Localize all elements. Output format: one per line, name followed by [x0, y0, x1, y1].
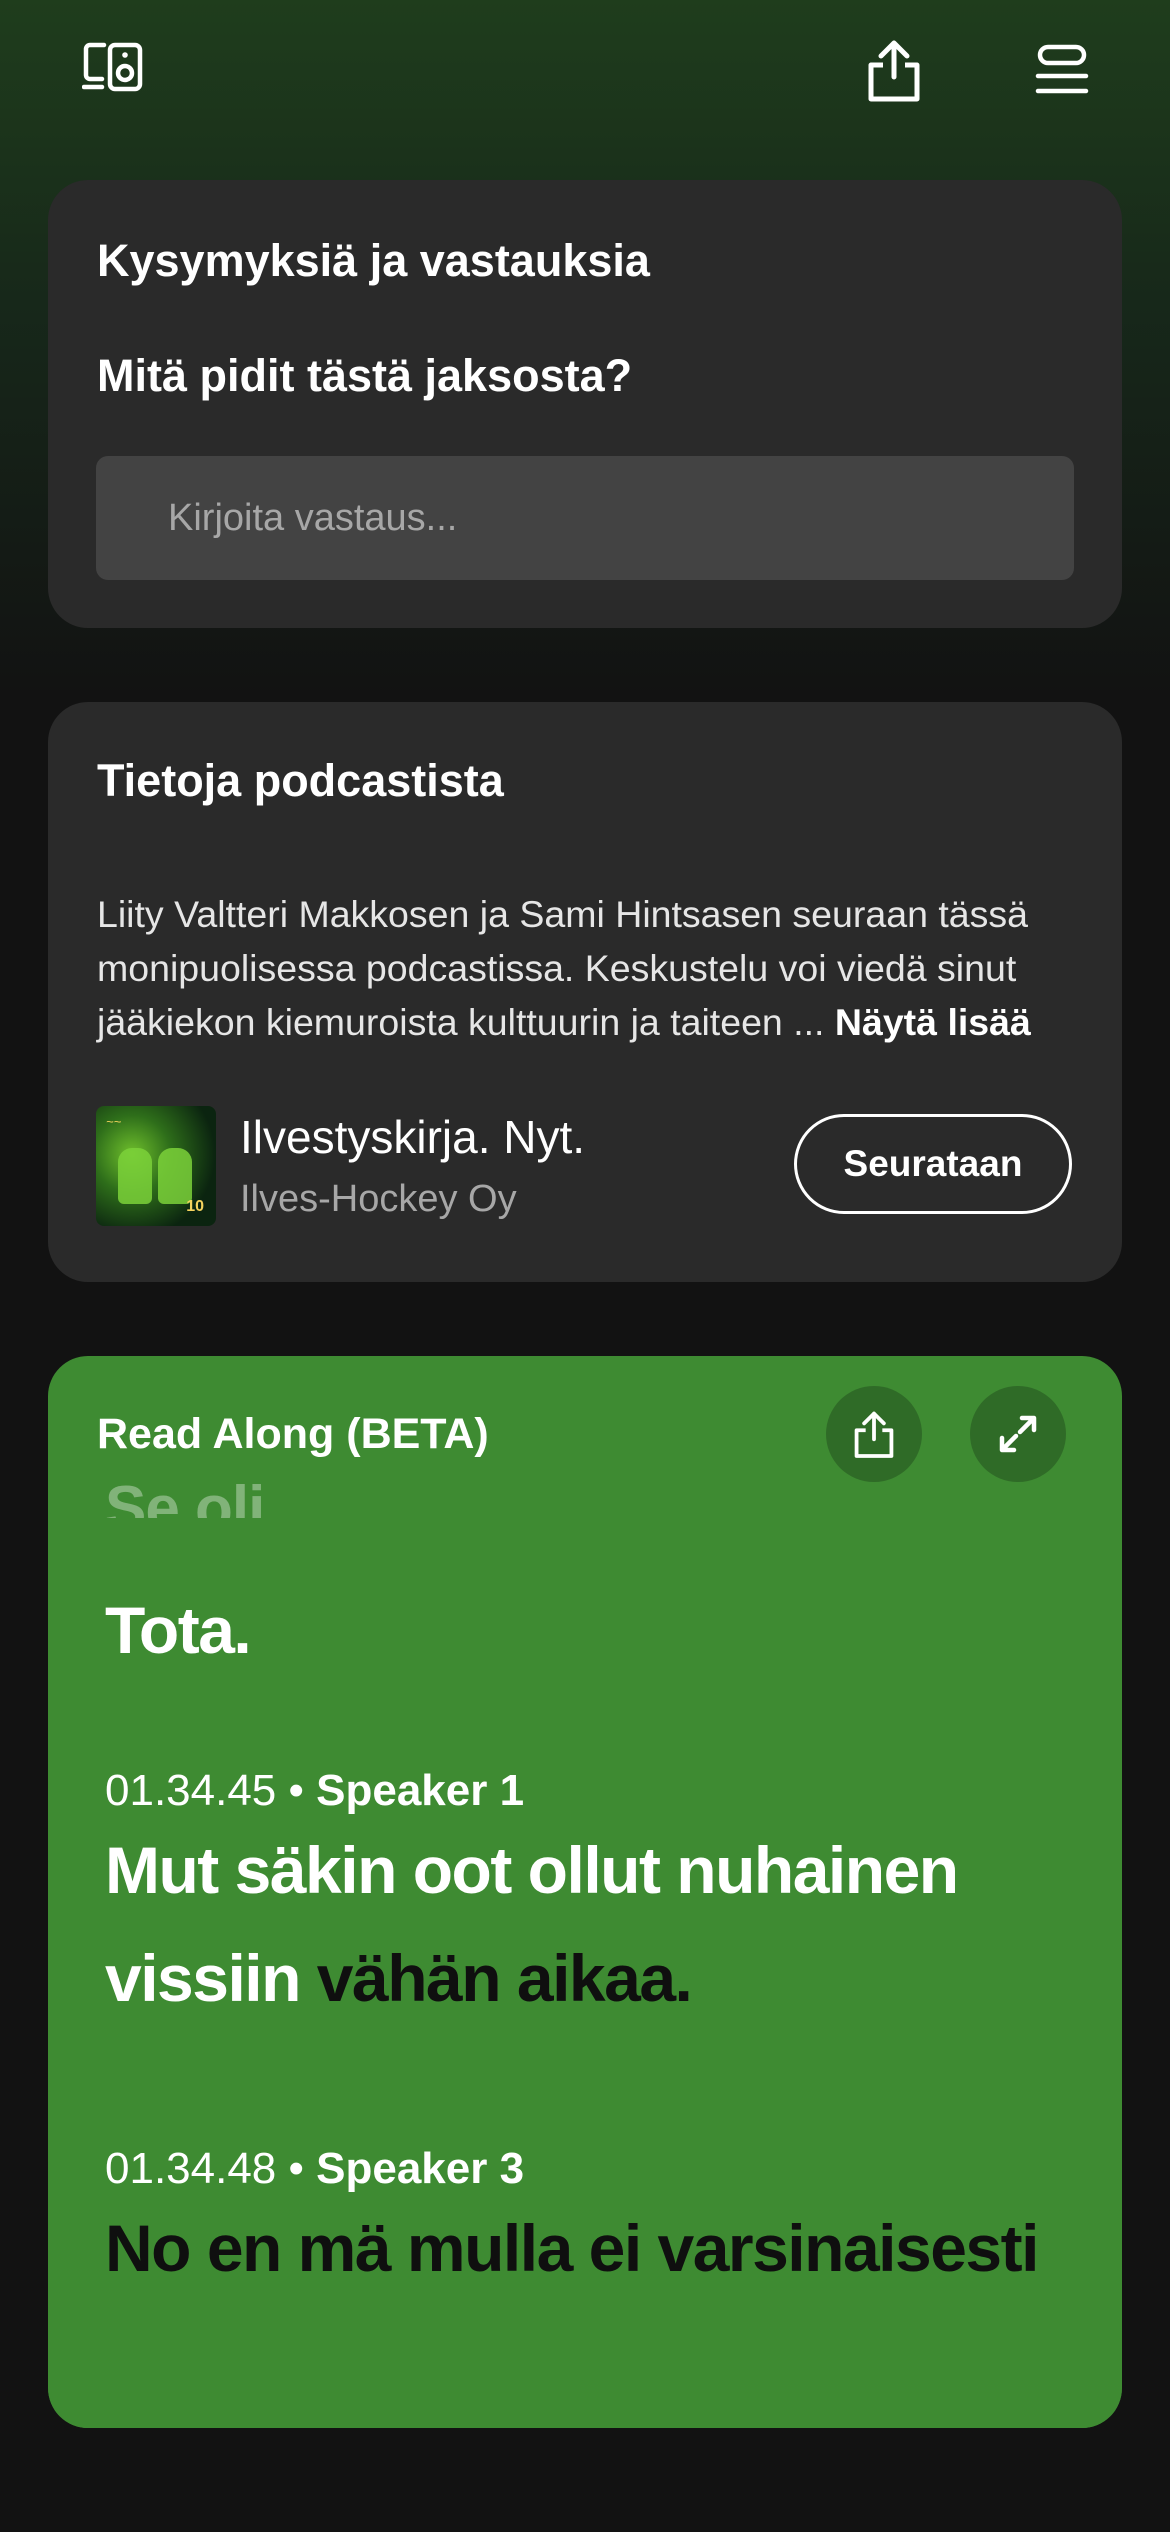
- read-along-card[interactable]: Read Along (BETA) Se oli. Tota. 01.34.45…: [48, 1356, 1122, 2428]
- cover-figure-right: [158, 1148, 192, 1204]
- transcript-segment: No en mä mulla ei varsinaisesti: [105, 2211, 1039, 2285]
- queue-icon: [1035, 44, 1089, 94]
- segment-meta: 01.34.48 • Speaker 3: [105, 2144, 524, 2194]
- expand-button[interactable]: [970, 1386, 1066, 1482]
- upcoming-text: vähän aikaa.: [299, 1941, 693, 2015]
- read-along-share-button[interactable]: [826, 1386, 922, 1482]
- show-more-link[interactable]: Näytä lisää: [835, 1001, 1031, 1043]
- about-title: Tietoja podcastista: [97, 755, 504, 806]
- expand-icon: [999, 1415, 1037, 1453]
- share-button[interactable]: [858, 30, 930, 110]
- share-icon: [868, 40, 920, 102]
- segment-timestamp: 01.34.48: [105, 2144, 277, 2193]
- segment-meta: 01.34.45 • Speaker 1: [105, 1766, 524, 1816]
- podcast-title[interactable]: Ilvestyskirja. Nyt.: [240, 1110, 585, 1164]
- faded-transcript-line: Se oli.: [105, 1478, 281, 1518]
- segment-separator: •: [276, 1766, 317, 1815]
- transcript-segment: Mut säkin oot ollut nuhainen vissiin väh…: [105, 1816, 1085, 2032]
- qa-title: Kysymyksiä ja vastauksia: [97, 235, 650, 286]
- read-along-title: Read Along (BETA): [97, 1410, 489, 1458]
- cover-number: 10: [186, 1198, 204, 1215]
- connect-device-button[interactable]: [76, 34, 152, 104]
- follow-button[interactable]: Seurataan: [794, 1114, 1072, 1214]
- top-bar: [0, 0, 1170, 150]
- podcast-cover-image[interactable]: ~~ 10: [96, 1106, 216, 1226]
- queue-button[interactable]: [1028, 38, 1096, 102]
- segment-speaker: Speaker 3: [316, 2144, 525, 2193]
- segment-separator: •: [276, 2144, 317, 2193]
- segment-speaker: Speaker 1: [316, 1766, 525, 1815]
- podcast-publisher[interactable]: Ilves-Hockey Oy: [240, 1178, 517, 1221]
- transcript-bottom-fade: [48, 2358, 1122, 2428]
- share-icon: [854, 1411, 894, 1458]
- podcast-description: Liity Valtteri Makkosen ja Sami Hintsase…: [97, 887, 1087, 1049]
- about-podcast-card: Tietoja podcastista Liity Valtteri Makko…: [48, 702, 1122, 1282]
- transcript-line: Tota.: [105, 1593, 252, 1667]
- segment-timestamp: 01.34.45: [105, 1766, 277, 1815]
- cover-script-decoration: ~~: [106, 1114, 122, 1129]
- connect-device-icon: [82, 42, 143, 92]
- answer-input[interactable]: [96, 456, 1074, 580]
- cover-figure-left: [118, 1148, 152, 1204]
- qa-question: Mitä pidit tästä jaksosta?: [97, 350, 633, 401]
- qa-card: Kysymyksiä ja vastauksia Mitä pidit täst…: [48, 180, 1122, 628]
